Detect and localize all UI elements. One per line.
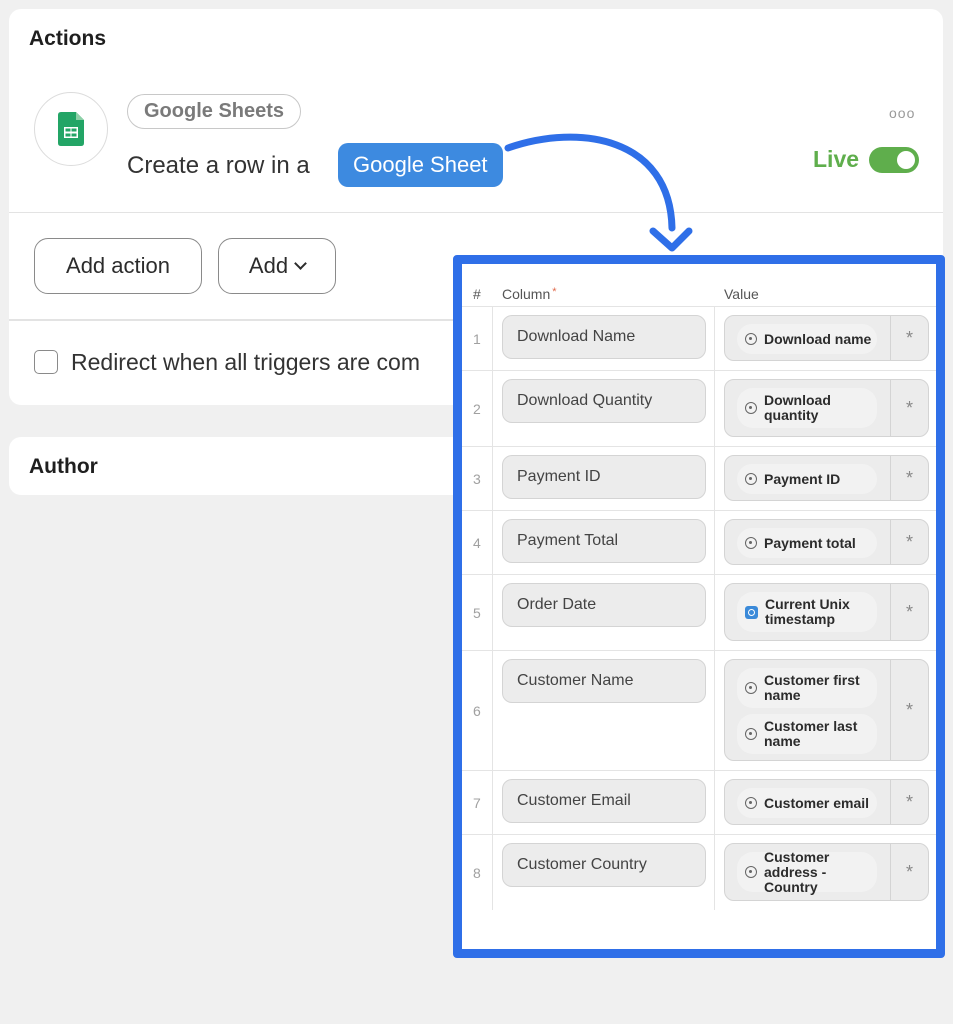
header-value: Value [724,286,759,302]
curved-arrow-icon [504,133,693,252]
row-index: 5 [473,605,481,621]
google-sheets-icon [58,112,84,146]
value-options-icon[interactable]: * [890,780,928,824]
value-options-icon[interactable]: * [890,316,928,360]
value-options-icon[interactable]: * [890,844,928,900]
row-index: 4 [473,535,481,551]
column-name-field[interactable]: Customer Name [502,659,706,703]
column-name-field[interactable]: Order Date [502,583,706,627]
value-token[interactable]: Customer email [737,788,877,818]
value-token-label: Download name [764,330,872,347]
value-options-icon[interactable]: * [890,380,928,436]
generic-field-icon [745,402,757,414]
table-row: 6 Customer Name Customer first name Custome… [462,650,936,770]
column-name-field[interactable]: Payment Total [502,519,706,563]
value-field[interactable]: Payment ID * [724,455,929,501]
add-action-button[interactable]: Add action [34,238,202,294]
google-sheet-pill[interactable]: Google Sheet [338,143,503,187]
add-label: Add [248,253,289,278]
value-token[interactable]: Payment total [737,528,877,558]
row-index: 7 [473,795,481,811]
value-token-label: Payment ID [764,470,841,487]
value-field[interactable]: Payment total * [724,519,929,565]
chevron-down-icon [294,256,307,270]
value-options-icon[interactable]: * [890,520,928,564]
redirect-checkbox[interactable] [34,350,58,374]
generic-field-icon [745,682,757,694]
table-row: 7 Customer Email Customer email * [462,770,936,834]
table-row: 1 Download Name Download name * [462,306,936,370]
value-options-icon[interactable]: * [890,660,928,760]
author-title: Author [29,455,98,478]
row-index: 8 [473,865,481,881]
column-name-field[interactable]: Customer Country [502,843,706,887]
value-token[interactable]: Download name [737,324,877,354]
value-token-label: Download quantity [764,392,831,423]
column-name-field[interactable]: Payment ID [502,455,706,499]
value-field[interactable]: Download name * [724,315,929,361]
header-column-label: Column [502,286,551,302]
value-token[interactable]: Customer address - Country [737,849,877,894]
table-row: 5 Order Date Current Unix timestamp * [462,574,936,650]
value-token-label: Current Unix timestamp [765,596,850,627]
value-token-label: Customer last name [764,718,858,749]
actions-title: Actions [29,27,107,50]
value-field[interactable]: Current Unix timestamp * [724,583,929,641]
value-token-label: Customer first name [764,672,860,703]
toggle-knob [897,151,915,169]
required-mark: * [552,286,557,298]
column-name-field[interactable]: Download Quantity [502,379,706,423]
value-token[interactable]: Payment ID [737,464,877,494]
add-dropdown-button[interactable]: Add [218,238,336,294]
column-divider [492,306,493,910]
value-field[interactable]: Customer email * [724,779,929,825]
value-token[interactable]: Current Unix timestamp [737,592,877,632]
value-token-label: Customer email [764,794,870,811]
clock-icon [745,605,758,619]
value-field[interactable]: Customer first name Customer last name * [724,659,929,761]
more-options-icon[interactable]: ooo [889,105,915,121]
generic-field-icon [745,333,757,345]
live-status-label: Live [813,146,860,172]
mapping-table: # Column * Value 1 Download Name Download n… [462,264,936,949]
column-divider [714,306,715,910]
value-token[interactable]: Customer first name [737,668,877,708]
header-column: Column * [502,286,557,302]
value-options-icon[interactable]: * [890,456,928,500]
value-token-label: Customer address - Country [764,848,830,895]
value-options-icon[interactable]: * [890,584,928,640]
header-index: # [473,286,481,302]
table-row: 2 Download Quantity Download quantity * [462,370,936,446]
action-description: Create a row in a [127,152,310,179]
row-index: 6 [473,703,481,719]
table-row: 3 Payment ID Payment ID * [462,446,936,510]
table-row: 4 Payment Total Payment total * [462,510,936,574]
google-sheets-app-icon[interactable] [34,92,108,166]
table-row: 8 Customer Country Customer address - Coun… [462,834,936,910]
divider [9,212,943,213]
generic-field-icon [745,537,757,549]
generic-field-icon [745,866,757,878]
value-field[interactable]: Customer address - Country * [724,843,929,901]
live-toggle[interactable] [869,147,919,173]
app-name-pill[interactable]: Google Sheets [127,94,302,129]
value-token[interactable]: Download quantity [737,388,877,428]
value-token[interactable]: Customer last name [737,714,877,754]
row-index: 1 [473,331,481,347]
value-token-label: Payment total [764,534,856,551]
generic-field-icon [745,797,757,809]
generic-field-icon [745,473,757,485]
column-mapping-panel: # Column * Value 1 Download Name Download n… [453,255,945,958]
column-name-field[interactable]: Customer Email [502,779,706,823]
redirect-label: Redirect when all triggers are com [71,349,420,375]
value-field[interactable]: Download quantity * [724,379,929,437]
generic-field-icon [745,728,757,740]
column-name-field[interactable]: Download Name [502,315,706,359]
row-index: 3 [473,471,481,487]
row-index: 2 [473,401,481,417]
